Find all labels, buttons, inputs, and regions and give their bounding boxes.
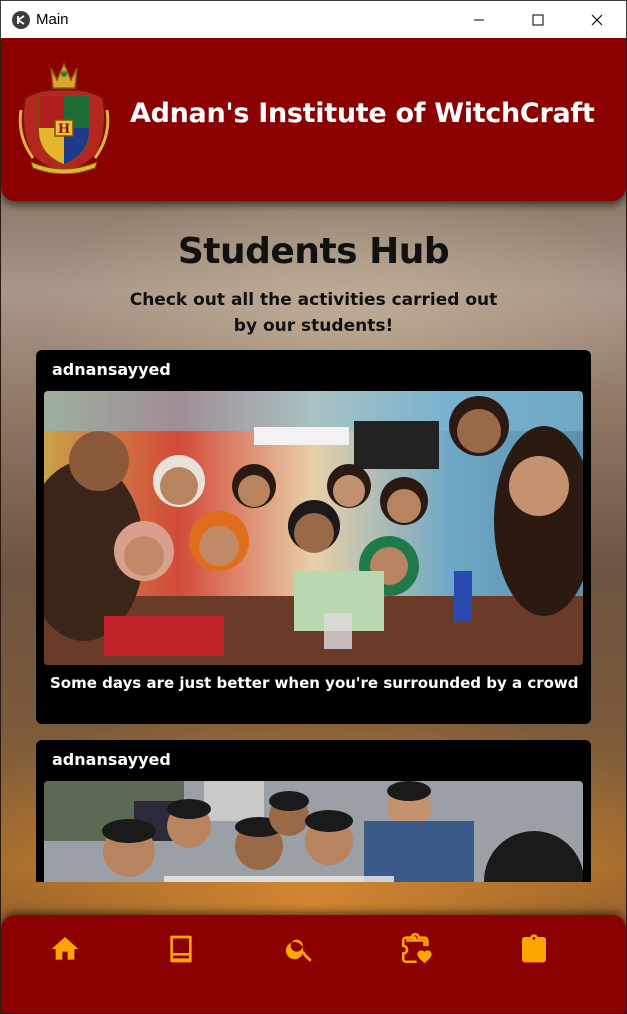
- clipboard-icon: [522, 934, 546, 963]
- nav-home-button[interactable]: [47, 931, 83, 967]
- extension-heart-icon: [401, 932, 432, 964]
- close-icon: [591, 14, 602, 26]
- group-photo-image: [44, 781, 583, 882]
- group-photo-image: [44, 391, 583, 665]
- header-title: Adnan's Institute of WitchCraft: [130, 98, 595, 129]
- app-window: H Adnan's Institute of WitchCraft Studen…: [1, 38, 626, 1013]
- maximize-button[interactable]: [508, 1, 567, 39]
- post-card[interactable]: adnansayyed: [36, 350, 591, 724]
- post-caption: Some days are just better when you're su…: [50, 674, 579, 692]
- hogwarts-crest-logo: H: [18, 62, 110, 174]
- maximize-icon: [532, 14, 543, 26]
- page-title: Students Hub: [177, 231, 450, 272]
- svg-text:H: H: [58, 122, 70, 137]
- nav-book-button[interactable]: [163, 931, 199, 967]
- window-title: Main: [36, 11, 69, 28]
- post-username[interactable]: adnansayyed: [52, 360, 171, 379]
- nav-clipboard-button[interactable]: [516, 931, 552, 967]
- minimize-button[interactable]: [449, 1, 508, 39]
- post-photo[interactable]: [44, 781, 583, 882]
- kivy-icon: [12, 10, 30, 29]
- close-button[interactable]: [567, 1, 626, 39]
- post-photo[interactable]: [44, 391, 583, 665]
- app-header: H Adnan's Institute of WitchCraft: [1, 38, 626, 201]
- post-card[interactable]: adnansayyed: [36, 740, 591, 882]
- window-titlebar[interactable]: Main: [0, 0, 627, 38]
- page-subtitle-line1: Check out all the activities carried out: [129, 290, 498, 310]
- page-subtitle: Check out all the activities carried out…: [111, 287, 516, 339]
- book-icon: [170, 935, 192, 963]
- posts-feed[interactable]: adnansayyed Some days are just better wh…: [36, 350, 591, 882]
- post-username[interactable]: adnansayyed: [52, 750, 171, 769]
- bottom-navigation: [1, 915, 626, 1013]
- home-icon: [51, 937, 79, 960]
- nav-search-button[interactable]: [282, 931, 318, 967]
- page-subtitle-line2: by our students!: [233, 316, 394, 336]
- search-icon: [285, 939, 312, 962]
- nav-extension-button[interactable]: [398, 931, 434, 967]
- minimize-icon: [473, 19, 484, 21]
